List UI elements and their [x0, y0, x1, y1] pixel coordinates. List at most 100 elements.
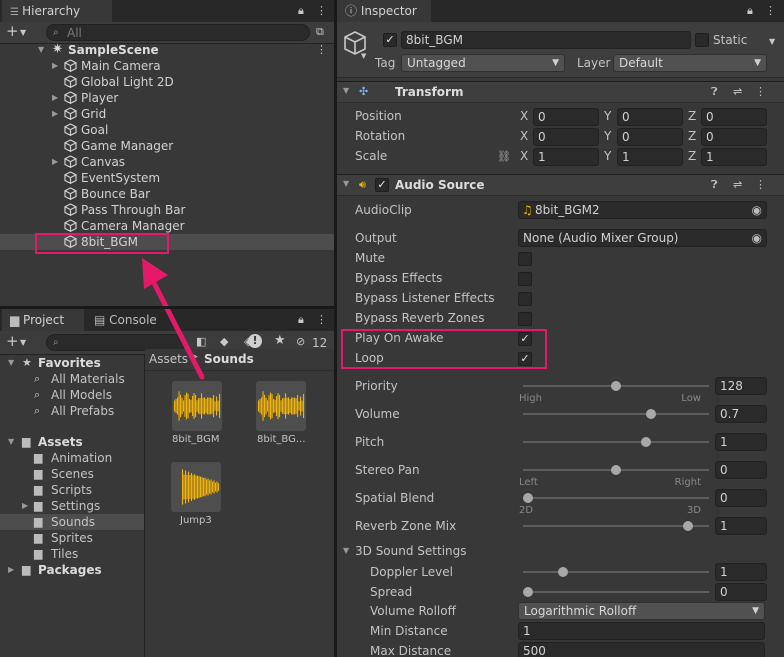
hierarchy-search-input[interactable]: ⌕ All — [46, 24, 310, 41]
object-name-field[interactable]: 8bit_BGM — [401, 31, 691, 49]
kebab-menu-icon[interactable]: ⋮ — [765, 5, 776, 17]
transform-z-field[interactable]: 0 — [701, 128, 767, 146]
constrain-proportions-icon[interactable]: ⛓︎ — [497, 151, 511, 163]
slider-knob[interactable] — [640, 437, 651, 447]
scene-row[interactable]: ▼ ✷ SampleScene ⋮ — [0, 42, 334, 58]
slider-knob[interactable] — [683, 521, 694, 531]
tab-project[interactable]: ▆ Project — [2, 309, 84, 331]
hierarchy-item[interactable]: Goal — [0, 122, 334, 138]
assets-row[interactable]: ▼ ▆ Assets — [0, 434, 144, 450]
volume-value-field[interactable]: 0.7 — [715, 405, 767, 423]
transform-x-field[interactable]: 0 — [533, 128, 599, 146]
chevron-down-icon[interactable]: ▼ — [20, 337, 26, 349]
hierarchy-item[interactable]: ▶ Canvas — [0, 154, 334, 170]
pitch-value-field[interactable]: 1 — [715, 433, 767, 451]
chevron-down-icon[interactable]: ▼ — [769, 36, 775, 48]
volume-slider[interactable] — [523, 405, 709, 423]
slider-knob[interactable] — [523, 587, 533, 597]
doppler-level-slider[interactable] — [523, 563, 709, 581]
star-icon[interactable]: ★ — [274, 334, 286, 347]
type-filter-icon[interactable]: ◆ — [220, 336, 228, 348]
hierarchy-item[interactable]: Pass Through Bar — [0, 202, 334, 218]
add-icon[interactable]: + — [6, 24, 19, 39]
transform-y-field[interactable]: 0 — [617, 128, 683, 146]
spread-slider[interactable] — [523, 583, 709, 601]
toggle-checkbox[interactable] — [518, 292, 532, 306]
slider-knob[interactable] — [646, 409, 657, 419]
chevron-down-icon[interactable]: ▼ — [361, 50, 366, 62]
help-icon[interactable]: ❓︎ — [711, 179, 718, 191]
hierarchy-item[interactable]: Game Manager — [0, 138, 334, 154]
panel-split-vertical[interactable] — [334, 0, 337, 657]
pitch-slider[interactable] — [523, 433, 709, 451]
fold-open-icon[interactable]: ▼ — [343, 85, 349, 97]
search-options-icon[interactable]: ⧉ — [316, 26, 324, 38]
hidden-eye-icon[interactable]: ⊘ — [296, 336, 305, 348]
audioclip-field[interactable]: ♫ 8bit_BGM2 ◉ — [518, 201, 767, 219]
toggle-checkbox[interactable] — [518, 252, 532, 266]
add-icon[interactable]: + — [6, 334, 19, 349]
hierarchy-item[interactable]: Global Light 2D — [0, 74, 334, 90]
slider-knob[interactable] — [523, 493, 533, 503]
object-picker-icon[interactable]: ◉ — [752, 202, 762, 218]
slider-knob[interactable] — [611, 381, 621, 391]
layer-dropdown[interactable]: Default ▼ — [613, 54, 767, 72]
folder-item[interactable]: ▆ Scripts — [0, 482, 144, 498]
kebab-menu-icon[interactable]: ⋮ — [316, 44, 327, 56]
fold-closed-icon[interactable]: ▶ — [52, 154, 58, 170]
transform-y-field[interactable]: 1 — [617, 148, 683, 166]
folder-item[interactable]: ▆ Scenes — [0, 466, 144, 482]
favorites-item[interactable]: ⌕ All Materials — [0, 371, 144, 387]
active-checkbox[interactable]: ✓ — [383, 33, 397, 47]
slider-knob[interactable] — [558, 567, 569, 577]
asset-file-2[interactable]: 8bit_BG... — [251, 381, 313, 451]
tab-inspector[interactable]: ⓘ Inspector — [337, 0, 431, 22]
volume-rolloff-dropdown[interactable]: Logarithmic Rolloff ▼ — [518, 602, 765, 620]
audio-source-enabled-checkbox[interactable]: ✓ — [375, 178, 389, 192]
doppler-level-value-field[interactable]: 1 — [715, 563, 767, 581]
hierarchy-item[interactable]: ▶ Player — [0, 90, 334, 106]
lock-icon[interactable]: 🔒︎ — [298, 314, 304, 326]
folder-item[interactable]: ▶ ▆ Settings — [0, 498, 144, 514]
tag-dropdown[interactable]: Untagged ▼ — [401, 54, 565, 72]
transform-z-field[interactable]: 1 — [701, 148, 767, 166]
hierarchy-item[interactable]: ▶ Main Camera — [0, 58, 334, 74]
spatial-blend-value-field[interactable]: 0 — [715, 489, 767, 507]
chevron-down-icon[interactable]: ▼ — [20, 27, 26, 39]
asset-file-3[interactable]: Jump3 — [166, 462, 228, 532]
fold-open-icon[interactable]: ▼ — [8, 434, 14, 450]
warning-filter-icon[interactable]: ! — [248, 334, 262, 348]
transform-x-field[interactable]: 1 — [533, 148, 599, 166]
fold-closed-icon[interactable]: ▶ — [8, 562, 14, 578]
favorites-item[interactable]: ⌕ All Prefabs — [0, 403, 144, 419]
folder-item[interactable]: ▆ Sprites — [0, 530, 144, 546]
kebab-menu-icon[interactable]: ⋮ — [316, 5, 327, 17]
hierarchy-item[interactable]: ▶ Grid — [0, 106, 334, 122]
favorites-row[interactable]: ▼ ★ Favorites — [0, 355, 144, 371]
kebab-menu-icon[interactable]: ⋮ — [755, 86, 766, 98]
transform-z-field[interactable]: 0 — [701, 108, 767, 126]
panel-split-horizontal[interactable] — [0, 306, 334, 309]
fold-closed-icon[interactable]: ▶ — [22, 498, 28, 514]
asset-file-1[interactable]: 8bit_BGM — [166, 381, 228, 451]
toggle-checkbox[interactable] — [518, 272, 532, 286]
fold-open-icon[interactable]: ▼ — [343, 178, 349, 190]
kebab-menu-icon[interactable]: ⋮ — [316, 314, 327, 326]
fold-closed-icon[interactable]: ▶ — [52, 58, 58, 74]
spatial-blend-slider[interactable] — [523, 489, 709, 507]
packages-row[interactable]: ▶ ▆ Packages — [0, 562, 144, 578]
sound-3d-header[interactable]: ▼ 3D Sound Settings — [337, 543, 784, 561]
tab-hierarchy[interactable]: ☰ Hierarchy — [2, 0, 112, 22]
output-field[interactable]: None (Audio Mixer Group) ◉ — [518, 229, 767, 247]
lock-icon[interactable]: 🔒︎ — [747, 5, 753, 17]
toggle-checkbox[interactable] — [518, 312, 532, 326]
favorites-item[interactable]: ⌕ All Models — [0, 387, 144, 403]
max-distance-field[interactable]: 500 — [518, 642, 765, 657]
slider-knob[interactable] — [611, 465, 621, 475]
priority-value-field[interactable]: 128 — [715, 377, 767, 395]
min-distance-field[interactable]: 1 — [518, 622, 765, 640]
fold-closed-icon[interactable]: ▶ — [52, 90, 58, 106]
hierarchy-item[interactable]: Bounce Bar — [0, 186, 334, 202]
stereo-pan-value-field[interactable]: 0 — [715, 461, 767, 479]
hierarchy-item[interactable]: Camera Manager — [0, 218, 334, 234]
